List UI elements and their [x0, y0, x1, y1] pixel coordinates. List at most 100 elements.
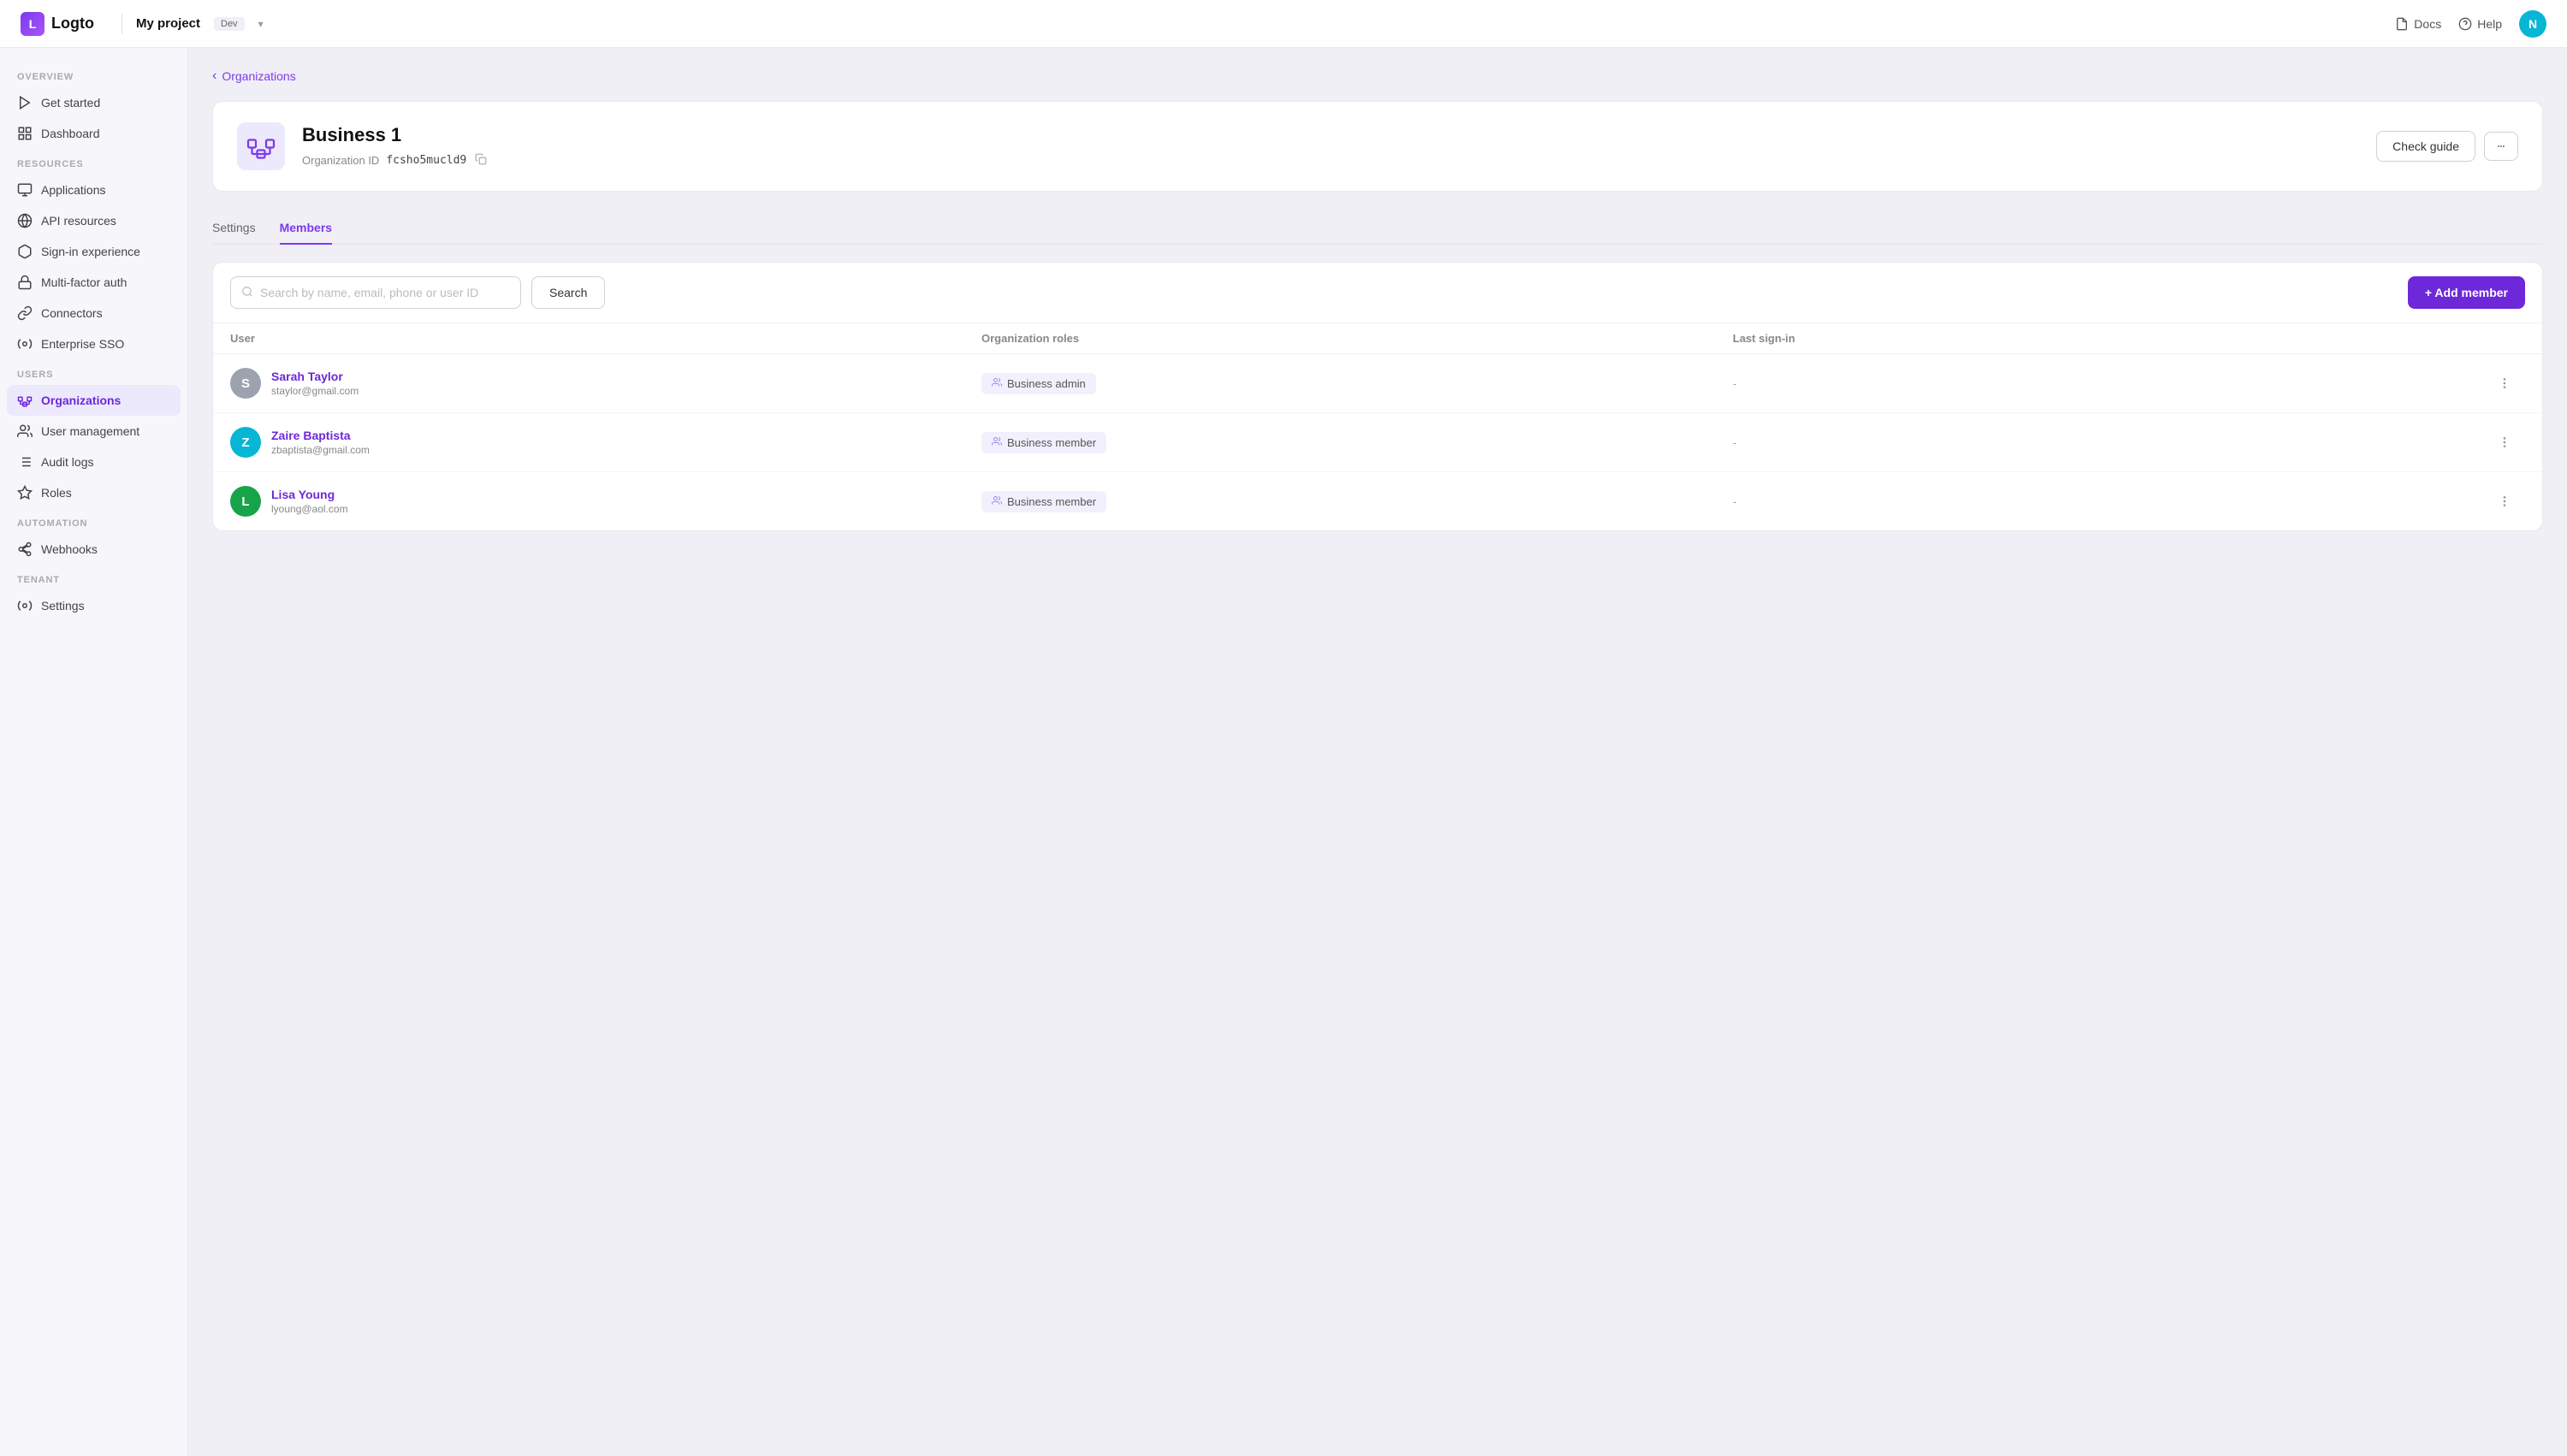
col-actions: [2484, 332, 2525, 345]
get-started-icon: [17, 95, 33, 110]
org-id-label: Organization ID: [302, 154, 379, 167]
roles-icon: [17, 485, 33, 500]
org-more-options-button[interactable]: [2484, 132, 2518, 161]
user-avatar: Z: [230, 427, 261, 458]
user-cell: Z Zaire Baptista zbaptista@gmail.com: [230, 427, 981, 458]
org-header-card: Business 1 Organization ID fcsho5mucld9 …: [212, 101, 2543, 192]
role-cell: Business member: [981, 432, 1733, 453]
sidebar-section-resources: RESOURCES: [0, 149, 187, 175]
main-content: ‹ Organizations Business 1 Organiza: [188, 48, 2567, 1456]
members-card: Search + Add member User Organization ro…: [212, 262, 2543, 531]
sign-in-experience-icon: [17, 244, 33, 259]
row-more-button[interactable]: [2484, 435, 2525, 449]
org-icon: [237, 122, 285, 170]
breadcrumb-label: Organizations: [222, 69, 295, 83]
add-member-button[interactable]: + Add member: [2408, 276, 2525, 309]
search-input-icon: [241, 286, 253, 300]
sidebar-label-multi-factor-auth: Multi-factor auth: [41, 275, 127, 289]
search-input[interactable]: [260, 286, 510, 299]
sidebar-label-connectors: Connectors: [41, 306, 103, 320]
tab-settings[interactable]: Settings: [212, 212, 256, 245]
layout: OVERVIEW Get started Dashboard RESOURCES…: [0, 48, 2567, 1456]
multi-factor-auth-icon: [17, 275, 33, 290]
org-info: Business 1 Organization ID fcsho5mucld9: [302, 124, 2359, 169]
settings-icon: [17, 598, 33, 613]
user-avatar: L: [230, 486, 261, 517]
breadcrumb[interactable]: ‹ Organizations: [212, 68, 2543, 84]
sidebar-label-roles: Roles: [41, 486, 72, 500]
sidebar-item-applications[interactable]: Applications: [0, 175, 187, 205]
sidebar-item-audit-logs[interactable]: Audit logs: [0, 447, 187, 477]
org-id-row: Organization ID fcsho5mucld9: [302, 151, 2359, 169]
user-name: Lisa Young: [271, 488, 348, 501]
sidebar-item-enterprise-sso[interactable]: Enterprise SSO: [0, 328, 187, 359]
user-info: Zaire Baptista zbaptista@gmail.com: [271, 429, 370, 456]
project-env-badge: Dev: [214, 17, 245, 31]
project-dropdown-chevron[interactable]: ▾: [258, 18, 264, 30]
user-avatar[interactable]: N: [2519, 10, 2546, 38]
role-badge: Business admin: [981, 373, 1096, 394]
role-badge: Business member: [981, 491, 1106, 512]
help-button[interactable]: Help: [2458, 17, 2502, 31]
topbar: L Logto My project Dev ▾ Docs Help N: [0, 0, 2567, 48]
sidebar-item-roles[interactable]: Roles: [0, 477, 187, 508]
search-input-wrap: [230, 276, 521, 309]
sidebar-item-sign-in-experience[interactable]: Sign-in experience: [0, 236, 187, 267]
user-cell: S Sarah Taylor staylor@gmail.com: [230, 368, 981, 399]
sidebar-item-organizations[interactable]: Organizations: [7, 385, 181, 416]
organizations-icon: [17, 393, 33, 408]
docs-button[interactable]: Docs: [2395, 17, 2441, 31]
applications-icon: [17, 182, 33, 198]
col-org-roles: Organization roles: [981, 332, 1733, 345]
user-email: staylor@gmail.com: [271, 385, 359, 397]
table-header: User Organization roles Last sign-in: [213, 323, 2542, 354]
org-name: Business 1: [302, 124, 2359, 146]
sidebar-label-dashboard: Dashboard: [41, 127, 100, 140]
sidebar-label-get-started: Get started: [41, 96, 100, 109]
col-last-signin: Last sign-in: [1733, 332, 2484, 345]
sidebar-item-connectors[interactable]: Connectors: [0, 298, 187, 328]
row-more-button[interactable]: [2484, 494, 2525, 508]
table-row: L Lisa Young lyoung@aol.com Business mem…: [213, 472, 2542, 530]
help-label: Help: [2477, 17, 2502, 31]
docs-label: Docs: [2414, 17, 2441, 31]
user-info: Sarah Taylor staylor@gmail.com: [271, 370, 359, 397]
sidebar-label-organizations: Organizations: [41, 394, 121, 407]
row-more-button[interactable]: [2484, 376, 2525, 390]
last-signin: -: [1733, 494, 2484, 508]
sidebar-label-enterprise-sso: Enterprise SSO: [41, 337, 124, 351]
table-body: S Sarah Taylor staylor@gmail.com Busines…: [213, 354, 2542, 530]
org-actions: Check guide: [2376, 131, 2518, 162]
docs-icon: [2395, 17, 2409, 31]
user-avatar: S: [230, 368, 261, 399]
sidebar-label-audit-logs: Audit logs: [41, 455, 93, 469]
help-icon: [2458, 17, 2472, 31]
sidebar-section-overview: OVERVIEW: [0, 62, 187, 87]
sidebar-label-webhooks: Webhooks: [41, 542, 98, 556]
sidebar-item-dashboard[interactable]: Dashboard: [0, 118, 187, 149]
role-badge-icon: [992, 495, 1002, 508]
sidebar-item-user-management[interactable]: User management: [0, 416, 187, 447]
logo: L Logto: [21, 12, 94, 36]
search-button[interactable]: Search: [531, 276, 605, 309]
sidebar-item-webhooks[interactable]: Webhooks: [0, 534, 187, 565]
breadcrumb-back-arrow: ‹: [212, 68, 216, 84]
sidebar-item-settings[interactable]: Settings: [0, 590, 187, 621]
search-bar: Search + Add member: [213, 263, 2542, 323]
copy-org-id-button[interactable]: [473, 151, 489, 169]
topbar-right: Docs Help N: [2395, 10, 2546, 38]
check-guide-button[interactable]: Check guide: [2376, 131, 2475, 162]
sidebar-item-get-started[interactable]: Get started: [0, 87, 187, 118]
api-resources-icon: [17, 213, 33, 228]
sidebar-label-api-resources: API resources: [41, 214, 116, 228]
user-name: Zaire Baptista: [271, 429, 370, 442]
tab-members[interactable]: Members: [280, 212, 332, 245]
last-signin: -: [1733, 376, 2484, 390]
sidebar-item-multi-factor-auth[interactable]: Multi-factor auth: [0, 267, 187, 298]
role-badge-icon: [992, 436, 1002, 449]
sidebar-section-users: USERS: [0, 359, 187, 385]
user-management-icon: [17, 423, 33, 439]
sidebar-label-user-management: User management: [41, 424, 139, 438]
role-cell: Business admin: [981, 373, 1733, 394]
sidebar-item-api-resources[interactable]: API resources: [0, 205, 187, 236]
